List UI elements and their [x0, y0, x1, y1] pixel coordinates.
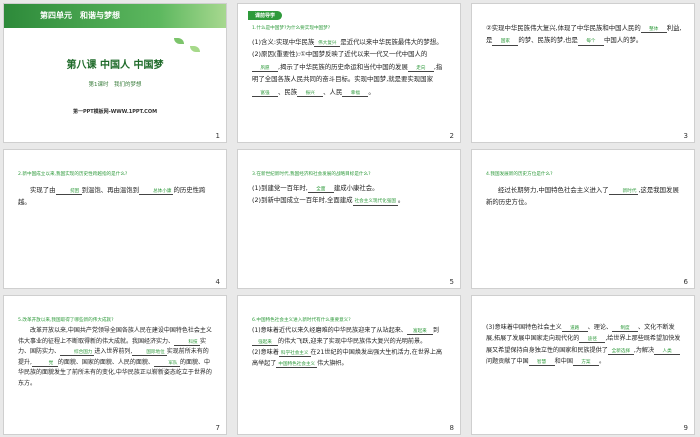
fill-blank: 全面 — [307, 187, 334, 194]
leaf-decoration — [174, 38, 184, 44]
fill-blank: 社会主义现代化强国 — [352, 199, 398, 206]
unit-title: 第四单元 和谐与梦想 — [40, 11, 120, 20]
fill-blank: 伟大复兴 — [314, 41, 341, 48]
fill-blank: 党 — [31, 361, 58, 367]
answer-text: 实现了由 贫困 到温饱、再由温饱到 总体小康 的历史性跨越。 — [18, 186, 206, 207]
section-tag: 课前导学 — [248, 11, 283, 20]
fill-blank: 智慧 — [528, 360, 555, 366]
question-heading: 5.改革开放以来,我国取得了哪些新的伟大成就? — [18, 318, 114, 323]
fill-blank: 新时代 — [608, 189, 639, 196]
answer-text: (1)意味着近代以来久经磨难的中华民族迎来了从站起来、 富起来 到强起来 的伟大飞跃,… — [252, 327, 443, 368]
slide-number: 7 — [215, 424, 220, 432]
slide-thumbnail-6[interactable]: 4.我国发展新的历史方位是什么? 经过长期努力,中国特色社会主义进入了 新时代 ,这… — [471, 149, 695, 289]
fill-blank: 振兴 — [297, 91, 324, 97]
slide-number: 9 — [683, 424, 688, 432]
fill-blank: 富起来 — [406, 329, 433, 336]
question-heading: 2.新中国成立以来,我国实现的历史性跨越指的是什么? — [18, 172, 128, 177]
slide-number: 2 — [449, 132, 454, 140]
lesson-title: 第八课 中国人 中国梦 — [66, 60, 164, 71]
answer-text: 经过长期努力,中国特色社会主义进入了 新时代 ,这是我国发展新的历史方位。 — [486, 186, 679, 207]
slide-thumbnail-4[interactable]: 2.新中国成立以来,我国实现的历史性跨越指的是什么? 实现了由 贫困 到温饱、再由温… — [3, 149, 227, 289]
question-heading: 3.在新世纪新时代,我国经济和社会发展的战略目标是什么? — [252, 172, 371, 177]
fill-blank: 全新选择 — [607, 349, 634, 355]
fill-blank: 国际地位 — [132, 350, 167, 357]
fill-blank: 科技 — [174, 340, 201, 346]
fill-blank: 每个 — [577, 39, 604, 46]
leaf-decoration — [190, 46, 200, 52]
site-watermark: 第一PPT模板网-WWW.1PPT.COM — [72, 109, 158, 115]
fill-blank: 道路 — [561, 326, 588, 333]
slide-number: 4 — [215, 278, 220, 286]
slide-number: 3 — [683, 132, 688, 140]
slide-thumbnail-2[interactable]: 课前导学 1.什么是中国梦?为什么要实现中国梦? (1)含义:实现中华民族 伟大复… — [237, 3, 461, 143]
slide-number: 8 — [449, 424, 454, 432]
slide-thumbnail-3[interactable]: ②实现中华民族伟大复兴,体现了中华民族和中国人民的 整体 利益,是 国家 的梦、民族的梦… — [471, 3, 695, 143]
fill-blank: 幸福 — [342, 91, 369, 97]
slide-number: 1 — [215, 132, 220, 140]
answer-text: (3)意味着中国特色社会主义 道路 、理论、 制度 、文化不断发展,拓展了发展中国家走向… — [486, 324, 681, 366]
fill-blank: 军队 — [153, 361, 180, 367]
question-heading: 4.我国发展新的历史方位是什么? — [486, 172, 553, 177]
fill-blank: 夙愿 — [252, 66, 278, 73]
fill-blank: 走向 — [407, 66, 434, 73]
slide-number: 6 — [683, 278, 688, 286]
fill-blank: 总体小康 — [139, 189, 174, 196]
fill-blank: 科学社会主义 — [278, 350, 311, 357]
answer-text: 改革开放以来,中国共产党领导全国各族人民在建设中国特色社会主义伟大事业的征程上不… — [18, 327, 212, 387]
question-heading: 1.什么是中国梦?为什么要实现中国梦? — [252, 26, 331, 31]
fill-blank: 中国特色社会主义 — [276, 361, 318, 368]
fill-blank: 人类 — [654, 349, 681, 355]
answer-text: (1)到建党一百年时, 全面 建成小康社会。 (2)到新中国成立一百年时,全面建成社… — [252, 184, 405, 206]
fill-blank: 富强 — [252, 91, 278, 97]
slide-thumbnail-1[interactable]: 第四单元 和谐与梦想 第八课 中国人 中国梦 第1课时 我们的梦想 第一PPT模… — [3, 3, 227, 143]
fill-blank: 强起来 — [252, 340, 278, 347]
slide-thumbnail-5[interactable]: 3.在新世纪新时代,我国经济和社会发展的战略目标是什么? (1)到建党一百年时,… — [237, 149, 461, 289]
slide-thumbnail-7[interactable]: 5.改革开放以来,我国取得了哪些新的伟大成就? 改革开放以来,中国共产党领导全国… — [3, 295, 227, 435]
answer-text: (1)含义:实现中华民族 伟大复兴 是近代以来中华民族最伟大的梦想。 (2)原因(重… — [252, 38, 443, 97]
answer-text: ②实现中华民族伟大复兴,体现了中华民族和中国人民的 整体 利益,是 国家 的梦、民族的梦… — [486, 24, 682, 46]
slide-thumbnail-9[interactable]: (3)意味着中国特色社会主义 道路 、理论、 制度 、文化不断发展,拓展了发展中国家走向… — [471, 295, 695, 435]
question-heading: 6.中国特色社会主义进入新时代有什么重要意义? — [252, 318, 351, 323]
fill-blank: 贫困 — [55, 189, 82, 196]
fill-blank: 国家 — [492, 39, 519, 46]
fill-blank: 途径 — [579, 337, 606, 344]
fill-blank: 制度 — [612, 326, 639, 333]
slide-thumbnail-8[interactable]: 6.中国特色社会主义进入新时代有什么重要意义? (1)意味着近代以来久经磨难的中… — [237, 295, 461, 435]
slide-number: 5 — [449, 278, 454, 286]
fill-blank: 整体 — [640, 27, 667, 34]
lesson-subtitle: 第1课时 我们的梦想 — [88, 82, 142, 88]
fill-blank: 综合国力 — [60, 350, 95, 357]
fill-blank: 方案 — [572, 360, 599, 366]
